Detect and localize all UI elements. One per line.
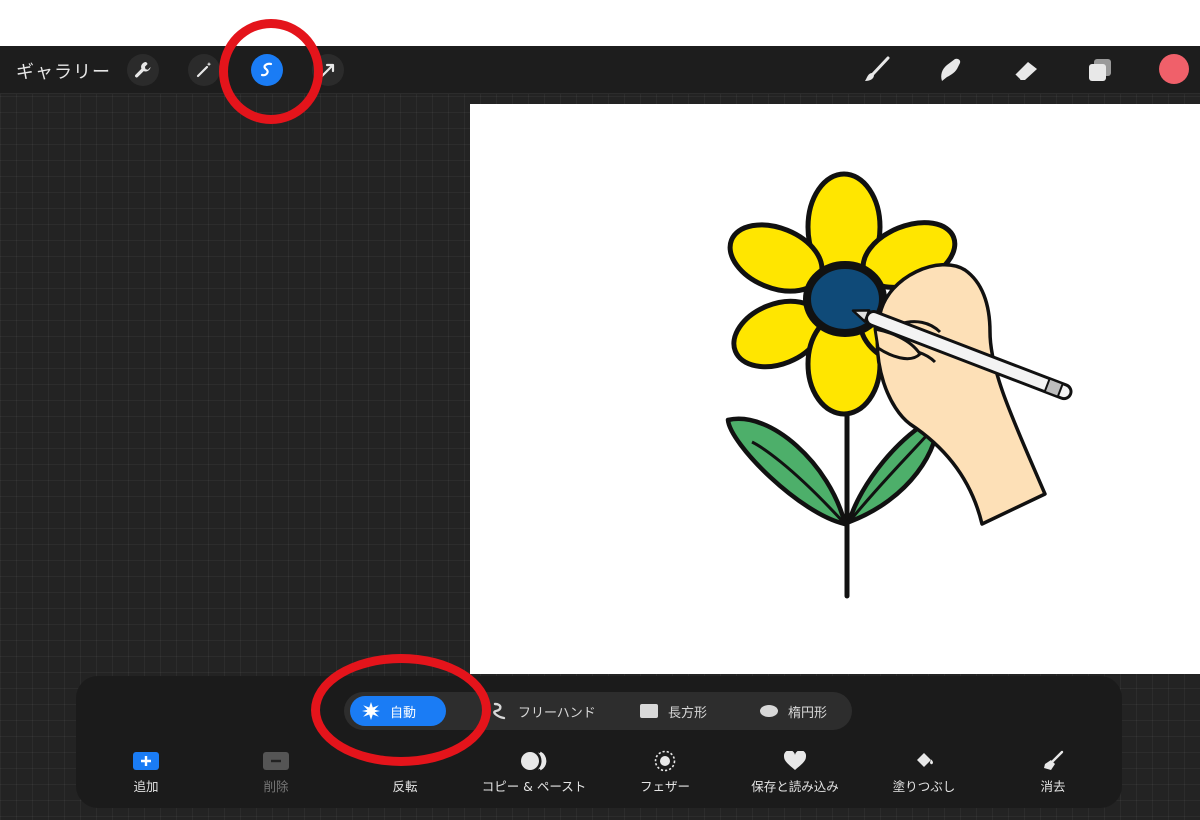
layers-icon[interactable]	[1083, 54, 1117, 86]
fill-button[interactable]: 塗りつぶし	[859, 750, 989, 795]
magic-wand-icon[interactable]	[188, 54, 220, 86]
mode-ellipse-label: 楕円形	[788, 705, 828, 721]
gallery-button[interactable]: ギャラリー	[16, 58, 111, 84]
remove-button[interactable]: 削除	[211, 750, 341, 795]
mode-ellipse[interactable]: 楕円形	[748, 696, 839, 726]
copy-paste-label: コピー & ペースト	[481, 779, 587, 794]
clear-label: 消去	[1040, 779, 1066, 794]
invert-label: 反転	[392, 779, 418, 794]
save-load-label: 保存と読み込み	[751, 779, 839, 794]
mode-freehand[interactable]: フリーハンド	[480, 696, 608, 726]
copy-paste-icon	[521, 751, 547, 771]
smudge-icon[interactable]	[934, 54, 968, 86]
heart-icon	[784, 751, 806, 770]
top-toolbar: ギャラリー	[0, 46, 1200, 94]
brush-icon[interactable]	[860, 54, 894, 86]
mode-auto[interactable]: 自動	[350, 696, 446, 726]
minus-icon	[263, 752, 289, 770]
freehand-icon	[493, 702, 506, 720]
feather-icon	[654, 750, 676, 772]
drawing-canvas[interactable]	[470, 104, 1200, 674]
mode-auto-label: 自動	[390, 705, 417, 721]
mode-freehand-label: フリーハンド	[518, 705, 596, 721]
plus-icon	[133, 752, 159, 770]
mode-rectangle-label: 長方形	[668, 705, 708, 721]
selection-mode-bar: 自動 フリーハンド 長方形 楕円形	[344, 692, 852, 730]
fill-bucket-icon	[917, 753, 933, 767]
add-button[interactable]: 追加	[81, 750, 211, 795]
add-label: 追加	[133, 779, 159, 794]
feather-label: フェザー	[639, 779, 690, 794]
fill-label: 塗りつぶし	[892, 779, 956, 794]
top-margin	[0, 0, 1200, 46]
flower-illustration	[725, 171, 1073, 599]
selection-panel: 自動 フリーハンド 長方形 楕円形 追加 削除 反転 コピー & ペースト フェ…	[76, 676, 1122, 808]
save-load-button[interactable]: 保存と読み込み	[730, 750, 860, 795]
color-swatch[interactable]	[1159, 54, 1189, 84]
transform-arrow-icon[interactable]	[312, 54, 344, 86]
feather-button[interactable]: フェザー	[600, 750, 730, 795]
selection-icon[interactable]	[251, 54, 283, 86]
clear-button[interactable]: 消去	[988, 750, 1118, 795]
ellipse-icon	[760, 705, 778, 717]
invert-button[interactable]: 反転	[340, 750, 470, 795]
copy-paste-button[interactable]: コピー & ペースト	[469, 750, 599, 795]
eraser-icon[interactable]	[1009, 54, 1043, 86]
mode-rectangle[interactable]: 長方形	[628, 696, 719, 726]
auto-starburst-icon	[362, 702, 380, 720]
rectangle-icon	[640, 704, 658, 718]
wrench-icon[interactable]	[127, 54, 159, 86]
remove-label: 削除	[263, 779, 289, 794]
broom-icon	[1044, 750, 1064, 770]
